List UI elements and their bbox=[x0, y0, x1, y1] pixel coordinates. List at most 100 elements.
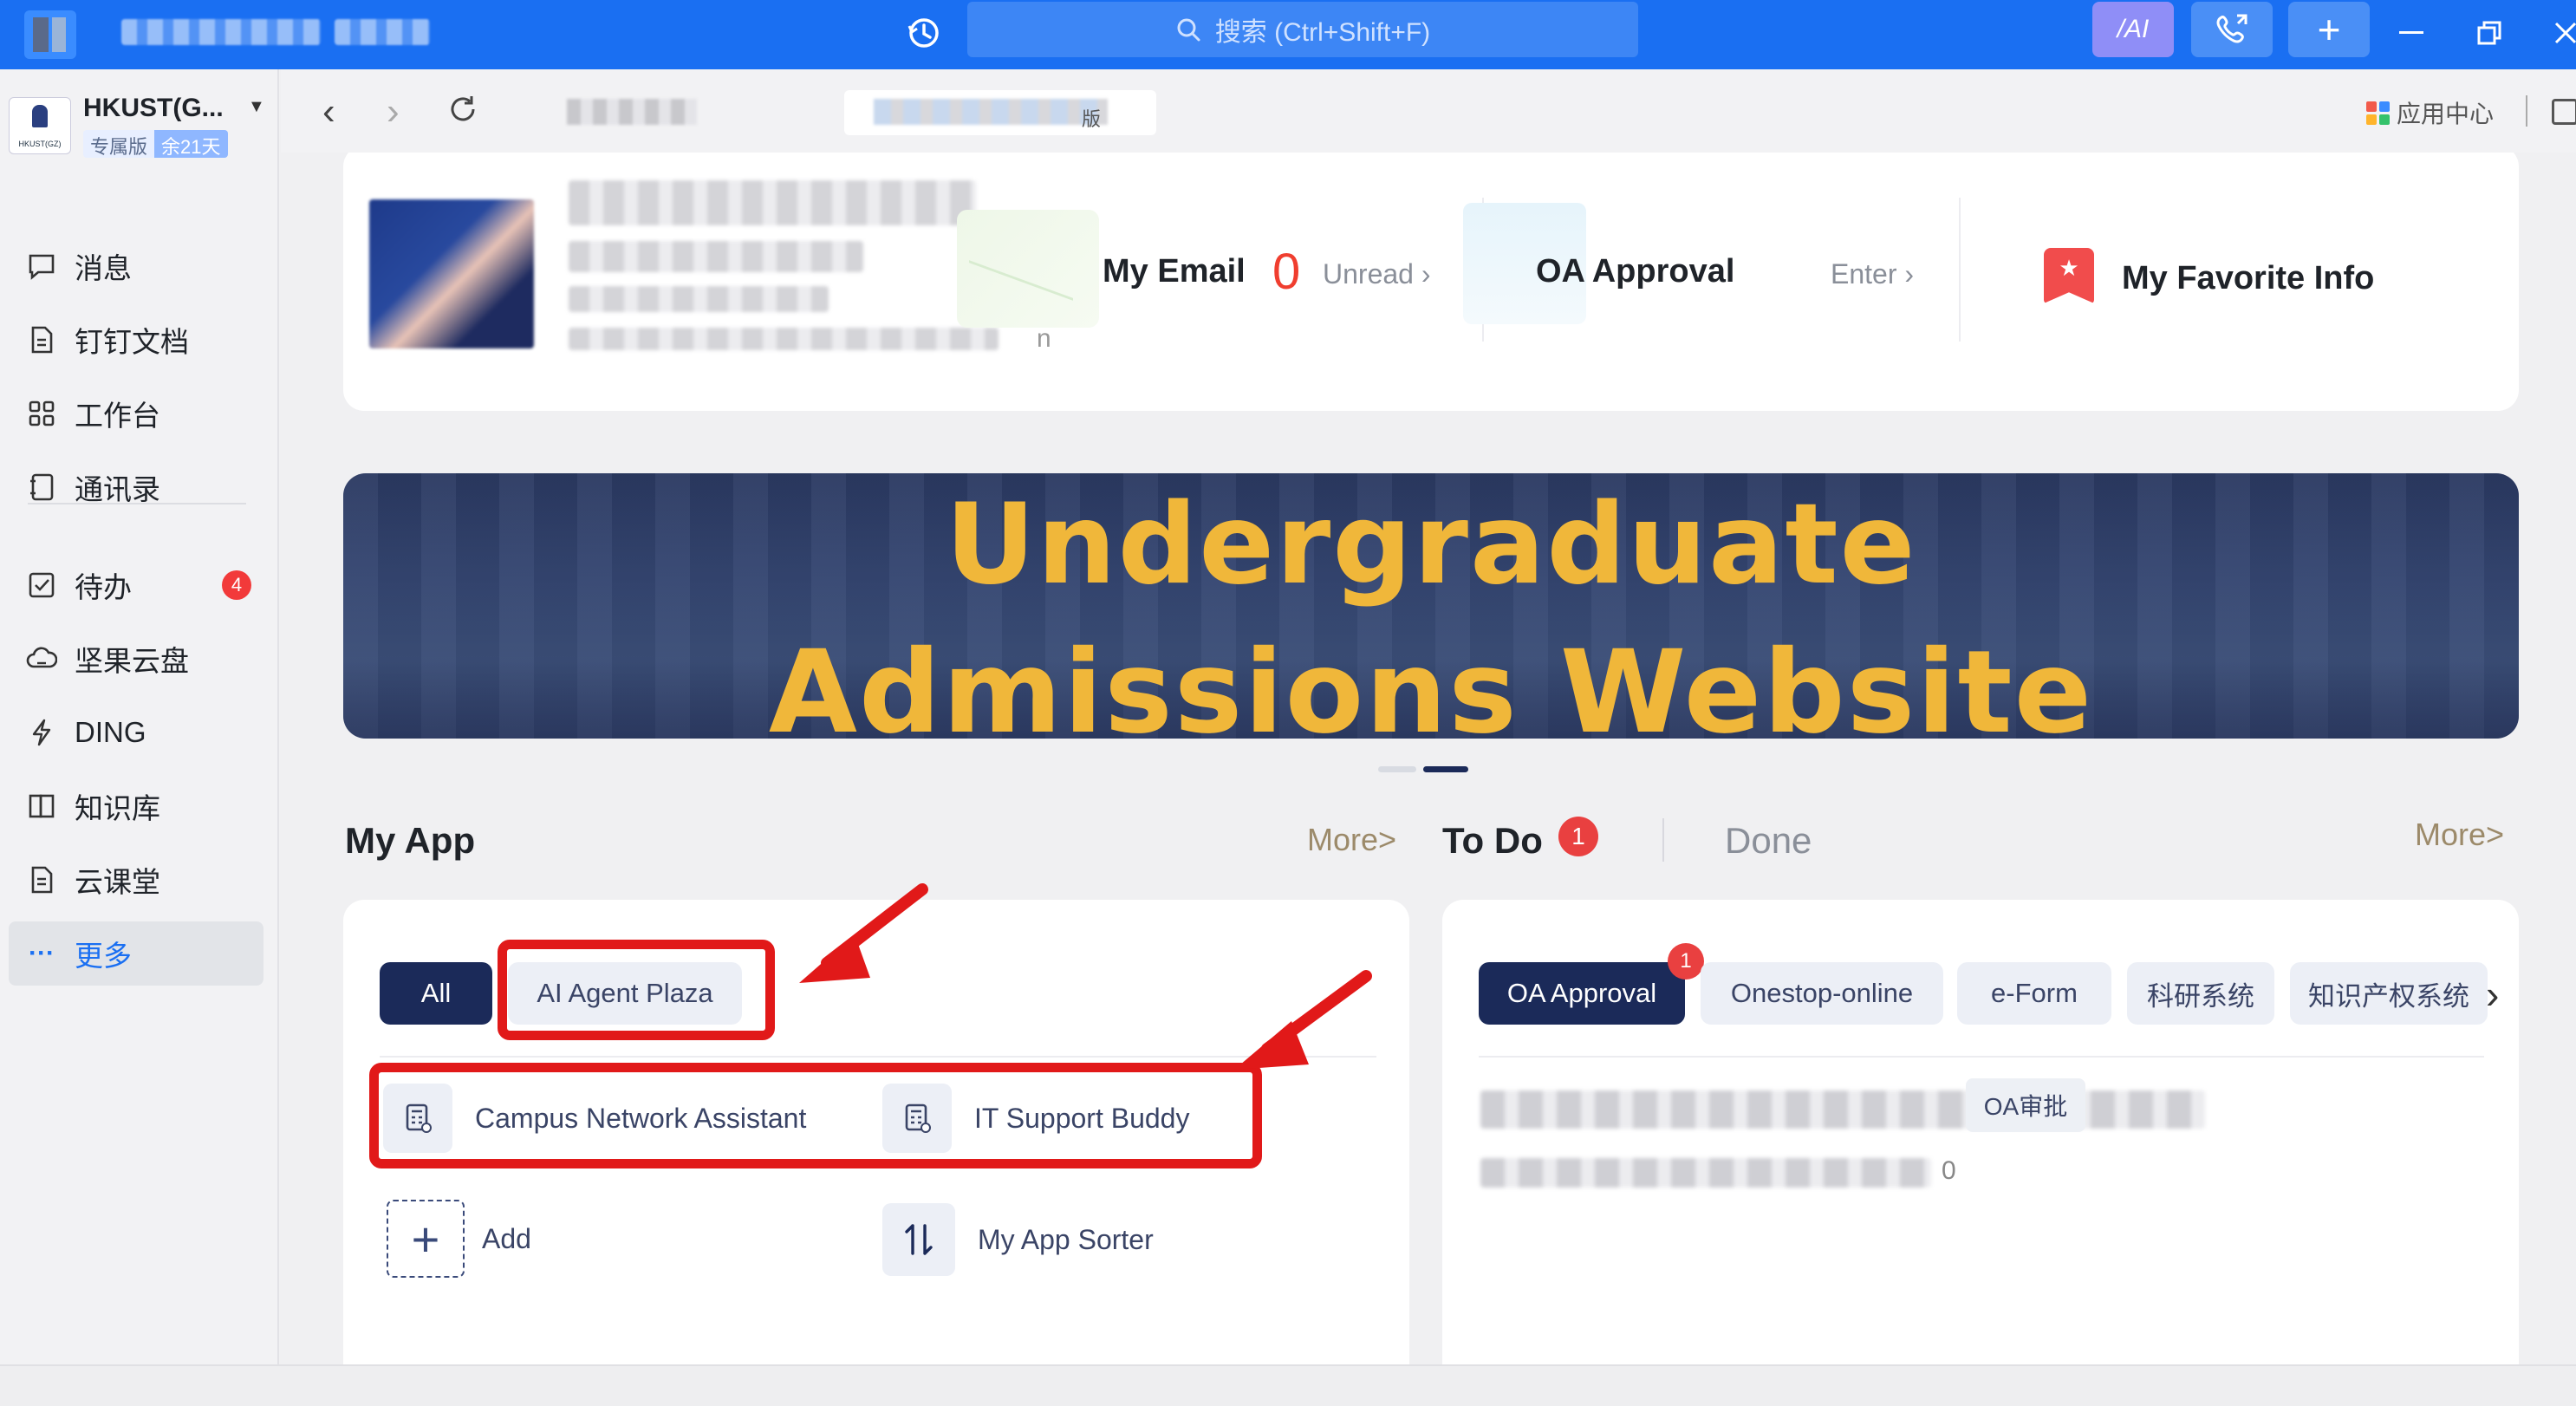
status-strip bbox=[0, 1364, 2576, 1406]
chevron-right-icon[interactable]: › bbox=[2486, 971, 2499, 1018]
todo-filter-research-system[interactable]: 科研系统 bbox=[2127, 962, 2274, 1025]
app-center-label: 应用中心 bbox=[2397, 101, 2495, 127]
sidebar-item-docs[interactable]: 钉钉文档 bbox=[9, 308, 263, 372]
window-layout-icon[interactable] bbox=[2552, 99, 2576, 125]
search-icon bbox=[1177, 18, 1200, 42]
tab-divider bbox=[1662, 818, 1664, 862]
title-bar: 搜索 (Ctrl+Shift+F) /AI + bbox=[0, 0, 2576, 69]
sidebar-item-label: 知识库 bbox=[75, 792, 160, 824]
search-placeholder: 搜索 (Ctrl+Shift+F) bbox=[1214, 18, 1431, 47]
oa-enter-link[interactable]: Enter › bbox=[1831, 258, 1914, 290]
profile-photo bbox=[369, 199, 534, 348]
sidebar-item-workbench[interactable]: 工作台 bbox=[9, 381, 263, 446]
enter-label: Enter bbox=[1831, 258, 1897, 290]
todo-filter-eform[interactable]: e-Form bbox=[1957, 962, 2111, 1025]
close-icon bbox=[2554, 22, 2576, 44]
sidebar-item-contacts[interactable]: 通讯录 bbox=[9, 455, 263, 519]
sidebar-item-label: 消息 bbox=[75, 252, 132, 284]
sidebar-item-cloud-drive[interactable]: 坚果云盘 bbox=[9, 627, 263, 691]
chevron-down-icon[interactable]: ▼ bbox=[248, 97, 265, 117]
todo-filter-oa-approval[interactable]: OA Approval bbox=[1479, 962, 1685, 1025]
history-clock-icon[interactable] bbox=[905, 14, 943, 52]
sort-arrows-icon bbox=[882, 1203, 955, 1276]
sorter-label: My App Sorter bbox=[978, 1223, 1154, 1255]
add-app-button[interactable]: + Add bbox=[387, 1200, 531, 1278]
plus-icon: + bbox=[387, 1200, 465, 1278]
my-app-more-link[interactable]: More> bbox=[1307, 822, 1396, 858]
contacts-icon bbox=[24, 470, 59, 504]
todo-tab[interactable]: To Do bbox=[1442, 820, 1543, 862]
redacted-profile-name bbox=[569, 180, 976, 225]
annotation-highlight-agent-apps bbox=[369, 1063, 1262, 1168]
profile-quicklinks-card: n My Email 0 Unread › OA Approval Enter … bbox=[343, 153, 2519, 411]
banner-dot[interactable] bbox=[1378, 766, 1416, 772]
my-email-title[interactable]: My Email bbox=[1103, 253, 1246, 290]
plus-icon: + bbox=[2317, 7, 2341, 52]
banner-heading-line1: Undergraduate bbox=[945, 480, 1917, 609]
sidebar-item-knowledge[interactable]: 知识库 bbox=[9, 774, 263, 838]
window-restore-button[interactable] bbox=[2463, 9, 2515, 57]
app-center-button[interactable]: 应用中心 bbox=[2366, 95, 2494, 130]
todo-item-type-tag: OA审批 bbox=[1966, 1078, 2085, 1132]
redacted-active-tab-title bbox=[874, 99, 1108, 125]
sidebar-item-messages[interactable]: 消息 bbox=[9, 234, 263, 298]
redacted-todo-title[interactable] bbox=[1480, 1090, 2205, 1129]
refresh-icon[interactable] bbox=[446, 92, 480, 131]
cloud-drive-icon bbox=[24, 641, 59, 676]
todo-filter-ip-system[interactable]: 知识产权系统 bbox=[2290, 962, 2488, 1025]
browser-toolbar: ‹ › 版 应用中心 bbox=[281, 69, 2576, 153]
minimize-icon bbox=[2399, 31, 2423, 34]
my-app-sorter-button[interactable]: My App Sorter bbox=[882, 1203, 1154, 1276]
org-name: HKUST(G... bbox=[83, 94, 224, 122]
banner-dot-active[interactable] bbox=[1423, 766, 1468, 772]
back-arrow-icon[interactable]: ‹ bbox=[322, 90, 335, 133]
sidebar-item-label: 待办 bbox=[75, 571, 132, 603]
redacted-profile-email bbox=[569, 328, 999, 350]
sidebar-item-label: 钉钉文档 bbox=[75, 326, 189, 358]
global-search-input[interactable]: 搜索 (Ctrl+Shift+F) bbox=[967, 2, 1638, 57]
sidebar-item-ding[interactable]: DING bbox=[9, 700, 263, 765]
sidebar-item-todo[interactable]: 待办 4 bbox=[9, 553, 263, 617]
todo-more-link[interactable]: More> bbox=[2415, 817, 2504, 853]
unread-email-count: 0 bbox=[1272, 244, 1301, 300]
sidebar-item-label: 工作台 bbox=[75, 400, 160, 432]
sidebar-item-label: 通讯录 bbox=[75, 473, 160, 505]
add-label: Add bbox=[482, 1222, 531, 1254]
window-minimize-button[interactable] bbox=[2385, 9, 2437, 57]
ding-bolt-icon bbox=[24, 715, 59, 750]
user-avatar-thumbnail[interactable] bbox=[24, 10, 76, 59]
todo-filter-onestop-online[interactable]: Onestop-online bbox=[1701, 962, 1943, 1025]
more-dots-icon: ··· bbox=[29, 939, 55, 967]
restore-icon bbox=[2477, 21, 2501, 45]
my-favorite-info-title[interactable]: My Favorite Info bbox=[2122, 260, 2374, 297]
done-tab[interactable]: Done bbox=[1725, 820, 1812, 862]
unread-email-link[interactable]: Unread › bbox=[1323, 258, 1431, 290]
sidebar-divider bbox=[28, 503, 246, 504]
admissions-banner[interactable]: Undergraduate Admissions Website bbox=[343, 473, 2519, 739]
org-switcher[interactable]: HKUST(GZ) HKUST(G... ▼ 专属版 余21天 bbox=[9, 94, 269, 163]
window-close-button[interactable] bbox=[2540, 9, 2576, 57]
ai-assistant-button[interactable]: /AI bbox=[2092, 2, 2174, 57]
todo-meta-trailing: 0 bbox=[1942, 1156, 1956, 1185]
sidebar-item-more[interactable]: ··· 更多 bbox=[9, 921, 263, 986]
toolbar-divider bbox=[2526, 95, 2527, 127]
org-days-left: 余21天 bbox=[154, 130, 228, 158]
cloud-class-icon bbox=[24, 862, 59, 897]
todo-count-badge: 4 bbox=[222, 570, 251, 600]
chevron-right-icon: › bbox=[1421, 258, 1431, 290]
banner-heading-line2: Admissions Website bbox=[768, 626, 2094, 739]
app-grid-icon bbox=[2366, 101, 2390, 125]
call-button[interactable] bbox=[2191, 2, 2273, 57]
sidebar: HKUST(GZ) HKUST(G... ▼ 专属版 余21天 消息 钉钉文档 … bbox=[0, 69, 279, 1370]
create-plus-button[interactable]: + bbox=[2288, 2, 2370, 57]
phone-icon bbox=[2216, 14, 2247, 43]
document-icon bbox=[24, 322, 59, 357]
knowledge-book-icon bbox=[24, 789, 59, 823]
redacted-user-name bbox=[121, 19, 321, 45]
app-filter-all[interactable]: All bbox=[380, 962, 492, 1025]
oa-approval-title[interactable]: OA Approval bbox=[1536, 253, 1734, 290]
forward-arrow-icon[interactable]: › bbox=[387, 90, 400, 133]
favorite-star-icon: ★ bbox=[2044, 248, 2094, 303]
unread-label: Unread bbox=[1323, 258, 1414, 290]
sidebar-item-cloud-class[interactable]: 云课堂 bbox=[9, 848, 263, 912]
